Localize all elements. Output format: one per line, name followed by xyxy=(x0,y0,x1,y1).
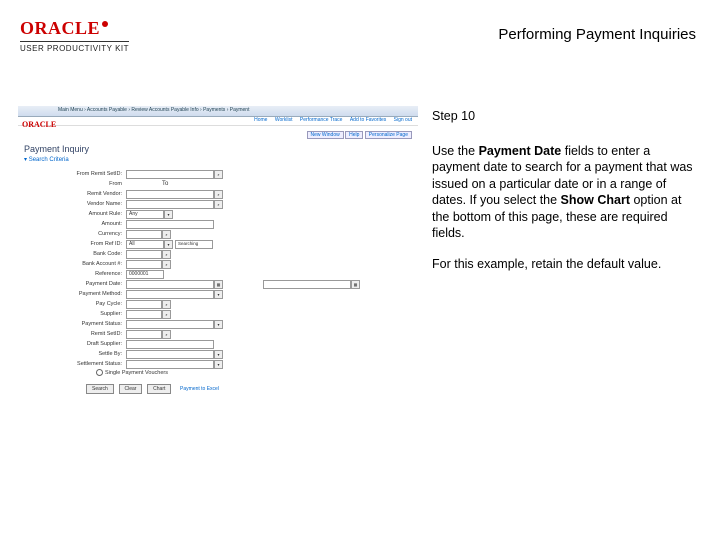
label: Vendor Name: xyxy=(46,201,126,207)
single-payment-radio[interactable]: Single Payment Vouchers xyxy=(96,369,418,376)
currency-input[interactable] xyxy=(126,230,162,239)
lookup-icon[interactable]: ⌕ xyxy=(162,250,171,259)
label: Pay Cycle: xyxy=(46,301,126,307)
amount-input[interactable] xyxy=(126,220,214,229)
label: Settlement Status: xyxy=(46,361,126,367)
payment-date-from[interactable] xyxy=(126,280,214,289)
link-new-window[interactable]: New Window xyxy=(307,131,344,139)
brand-header: ORACLE USER PRODUCTIVITY KIT xyxy=(20,18,129,53)
bank-account-input[interactable] xyxy=(126,260,162,269)
lookup-icon[interactable]: ⌕ xyxy=(162,300,171,309)
label: Bank Account #: xyxy=(46,261,126,267)
step-label: Step 10 xyxy=(432,108,698,125)
lookup-icon[interactable]: ⌕ xyxy=(162,330,171,339)
label: Bank Code: xyxy=(46,251,126,257)
payment-method-select[interactable] xyxy=(126,290,214,299)
label: From Ref ID: xyxy=(46,241,126,247)
calendar-icon[interactable]: ▦ xyxy=(214,280,223,289)
lookup-icon[interactable]: ⌕ xyxy=(162,230,171,239)
lookup-icon[interactable]: ⌕ xyxy=(162,260,171,269)
link-help[interactable]: Help xyxy=(345,131,363,139)
form-title: Payment Inquiry xyxy=(24,144,418,154)
label: Payment Method: xyxy=(46,291,126,297)
chevron-down-icon[interactable]: ▾ xyxy=(214,360,223,369)
lookup-icon[interactable]: ⌕ xyxy=(162,310,171,319)
chevron-down-icon[interactable]: ▾ xyxy=(214,320,223,329)
pay-cycle-input[interactable] xyxy=(126,300,162,309)
search-form: From Remit SetID: ⌕ From To Remit Vendor: ⌕… xyxy=(46,169,418,394)
global-links: Home Worklist Performance Trace Add to F… xyxy=(18,117,418,126)
label: From Remit SetID: xyxy=(46,171,126,177)
reference-input[interactable]: 0000001 xyxy=(126,270,164,279)
instruction-body: Use the Payment Date fields to enter a p… xyxy=(432,143,698,242)
settle-by-select[interactable] xyxy=(126,350,214,359)
vendor-name-input[interactable] xyxy=(126,200,214,209)
label: Payment Status: xyxy=(46,321,126,327)
label: Settle By: xyxy=(46,351,126,357)
chevron-down-icon[interactable]: ▾ xyxy=(164,210,173,219)
amount-rule-select[interactable]: Any xyxy=(126,210,164,219)
label: Supplier: xyxy=(46,311,126,317)
link-favorites[interactable]: Add to Favorites xyxy=(350,117,386,123)
breadcrumb-bar: Main Menu › Accounts Payable › Review Ac… xyxy=(18,106,418,117)
chevron-down-icon[interactable]: ▾ xyxy=(214,290,223,299)
label: Currency: xyxy=(46,231,126,237)
app-screenshot: Main Menu › Accounts Payable › Review Ac… xyxy=(18,106,418,386)
link-personalize[interactable]: Personalize Page xyxy=(365,131,412,139)
remit-vendor-input[interactable] xyxy=(126,190,214,199)
bank-code-input[interactable] xyxy=(126,250,162,259)
button-row: Search Clear Chart Payment to Excel xyxy=(86,384,418,394)
link-perf-trace[interactable]: Performance Trace xyxy=(300,117,343,123)
calendar-icon[interactable]: ▦ xyxy=(351,280,360,289)
instruction-panel: Step 10 Use the Payment Date fields to e… xyxy=(432,108,698,286)
label: From xyxy=(46,181,126,187)
section-header[interactable]: Search Criteria xyxy=(24,156,418,163)
remit-setid2-input[interactable] xyxy=(126,330,162,339)
lookup-icon[interactable]: ⌕ xyxy=(214,190,223,199)
page-tools: New Window Help Personalize Page xyxy=(18,132,418,140)
chart-button[interactable]: Chart xyxy=(147,384,171,394)
label: Remit SetID: xyxy=(46,331,126,337)
chevron-down-icon[interactable]: ▾ xyxy=(214,350,223,359)
breadcrumb[interactable]: Main Menu › Accounts Payable › Review Ac… xyxy=(58,107,249,113)
search-button[interactable]: Search xyxy=(86,384,114,394)
to-label: To xyxy=(162,181,168,187)
settlement-status-select[interactable] xyxy=(126,360,214,369)
label: Reference: xyxy=(46,271,126,277)
payment-date-to[interactable] xyxy=(263,280,351,289)
remit-setid-input[interactable] xyxy=(126,170,214,179)
label: Remit Vendor: xyxy=(46,191,126,197)
draft-supplier-input[interactable] xyxy=(126,340,214,349)
export-link[interactable]: Payment to Excel xyxy=(180,386,219,392)
kit-label: USER PRODUCTIVITY KIT xyxy=(20,41,129,53)
label: Amount: xyxy=(46,221,126,227)
instruction-note: For this example, retain the default val… xyxy=(432,256,698,273)
label: Draft Supplier: xyxy=(46,341,126,347)
payment-status-select[interactable] xyxy=(126,320,214,329)
from-ref-value[interactable]: Searching xyxy=(175,240,213,249)
page-title: Performing Payment Inquiries xyxy=(498,26,696,43)
link-worklist[interactable]: Worklist xyxy=(275,117,293,123)
lookup-icon[interactable]: ⌕ xyxy=(214,170,223,179)
supplier-input[interactable] xyxy=(126,310,162,319)
lookup-icon[interactable]: ⌕ xyxy=(214,200,223,209)
clear-button[interactable]: Clear xyxy=(119,384,143,394)
app-logo: ORACLE xyxy=(22,120,56,129)
label: Amount Rule: xyxy=(46,211,126,217)
from-ref-select[interactable]: All xyxy=(126,240,164,249)
link-signout[interactable]: Sign out xyxy=(394,117,412,123)
link-home[interactable]: Home xyxy=(254,117,267,123)
label: Payment Date: xyxy=(46,281,126,287)
chevron-down-icon[interactable]: ▾ xyxy=(164,240,173,249)
oracle-logo: ORACLE xyxy=(20,18,129,39)
